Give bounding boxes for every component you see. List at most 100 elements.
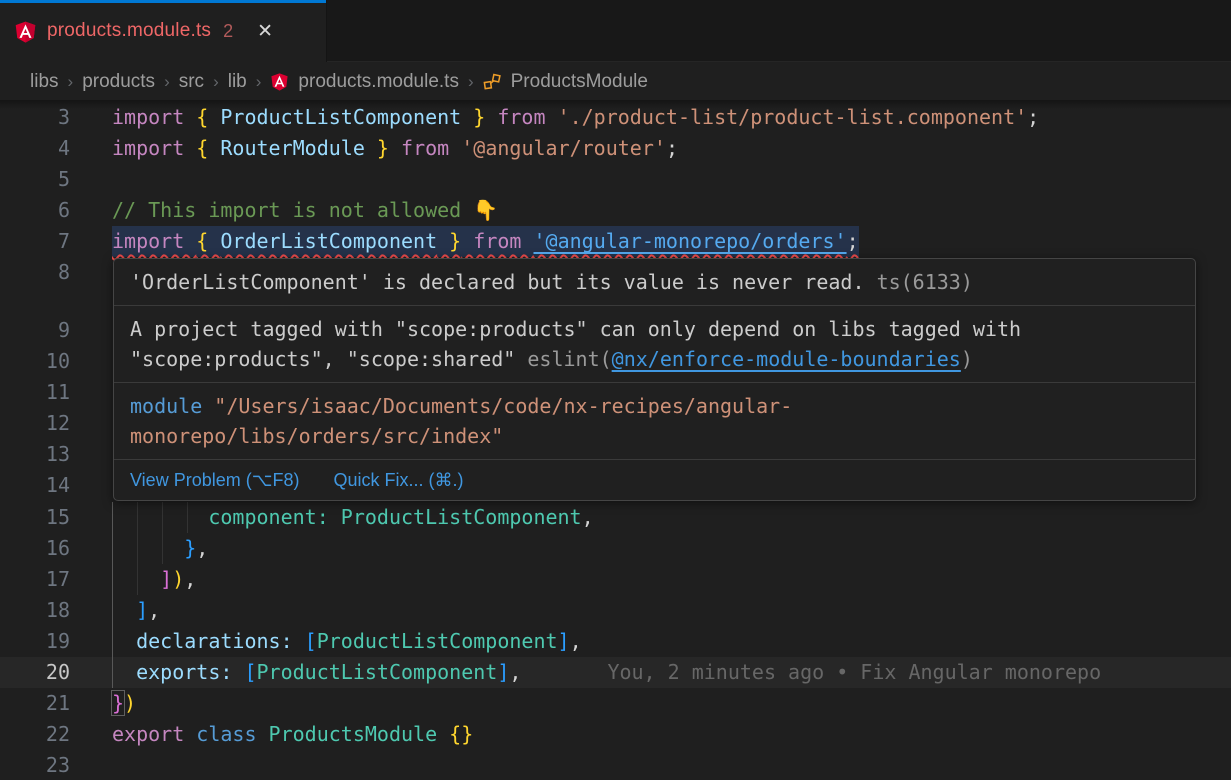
code-row-15[interactable]: 15 component: ProductListComponent, (0, 502, 1231, 533)
hover-action-bar: View Problem (⌥F8) Quick Fix... (⌘.) (114, 460, 1195, 500)
tab-error-count-badge: 2 (223, 21, 233, 42)
token: from (389, 136, 461, 160)
token: {} (449, 722, 473, 746)
code-line-text: exports: [ProductListComponent],You, 2 m… (112, 657, 1101, 688)
line-number: 19 (0, 626, 70, 657)
token: , (509, 660, 521, 684)
chevron-right-icon: › (68, 72, 74, 92)
code-row-22[interactable]: 22 export class ProductsModule {} (0, 719, 1231, 750)
code-line-text: import { RouterModule } from '@angular/r… (112, 133, 678, 164)
token: export (112, 722, 196, 746)
code-editor[interactable]: 3 import { ProductListComponent } from '.… (0, 100, 1231, 780)
code-row-19[interactable]: 19 declarations: [ProductListComponent], (0, 626, 1231, 657)
code-line-text: import { ProductListComponent } from './… (112, 102, 1039, 133)
line-number: 18 (0, 595, 70, 626)
code-line-text: // This import is not allowed 👇 (112, 195, 498, 226)
error-squiggle-line: import { OrderListComponent } from '@ang… (112, 226, 859, 257)
token: OrderListComponent (220, 229, 437, 253)
line-number: 3 (0, 102, 70, 133)
hover-module-info: module "/Users/isaac/Documents/code/nx-r… (114, 383, 1195, 459)
token: , (570, 629, 582, 653)
git-blame-annotation: You, 2 minutes ago • Fix Angular monorep… (607, 660, 1101, 684)
line-number: 12 (0, 408, 70, 439)
breadcrumb-item-file[interactable]: products.module.ts (298, 71, 459, 93)
token: , (184, 567, 196, 591)
token: } (112, 691, 124, 715)
token: ] (497, 660, 509, 684)
hover-message-ts-text: 'OrderListComponent' is declared but its… (130, 270, 865, 294)
line-number: 16 (0, 533, 70, 564)
token: , (582, 505, 594, 529)
code-row-5[interactable]: 5 (0, 164, 1231, 195)
token: '@angular/router' (461, 136, 666, 160)
line-number: 7 (0, 226, 70, 257)
line-number: 22 (0, 719, 70, 750)
hover-eslint-source-prefix: eslint( (527, 347, 611, 371)
line-number: 5 (0, 164, 70, 195)
angular-icon (14, 20, 37, 43)
code-row-6[interactable]: 6 // This import is not allowed 👇 (0, 195, 1231, 226)
code-row-4[interactable]: 4 import { RouterModule } from '@angular/… (0, 133, 1231, 164)
chevron-right-icon: › (468, 72, 474, 92)
chevron-right-icon: › (256, 72, 262, 92)
token: import (112, 229, 196, 253)
line-number: 4 (0, 133, 70, 164)
code-row-23[interactable]: 23 (0, 750, 1231, 780)
code-row-20[interactable]: 20 exports: [ProductListComponent],You, … (0, 657, 1231, 688)
breadcrumb-item-symbol[interactable]: ProductsModule (511, 71, 648, 93)
code-line-text: }) (112, 688, 136, 719)
view-problem-action[interactable]: View Problem (⌥F8) (130, 470, 299, 491)
line-number: 15 (0, 502, 70, 533)
token: { (196, 229, 220, 253)
code-row-7[interactable]: 7 import { OrderListComponent } from '@an… (0, 226, 1231, 257)
code-row-16[interactable]: 16 }, (0, 533, 1231, 564)
hover-message-eslint-line2: "scope:products", "scope:shared" (130, 347, 527, 371)
code-line-text: component: ProductListComponent, (112, 502, 594, 533)
line-number: 6 (0, 195, 70, 226)
angular-icon (270, 72, 289, 91)
token: { (196, 136, 220, 160)
breadcrumb-item-libs[interactable]: libs (30, 71, 59, 93)
code-line-text: import { OrderListComponent } from '@ang… (112, 226, 859, 257)
chevron-right-icon: › (164, 72, 170, 92)
token: from (461, 229, 533, 253)
code-row-17[interactable]: 17 ]), (0, 564, 1231, 595)
module-path-line2: monorepo/libs/orders/src/index" (130, 424, 503, 448)
line-number: 10 (0, 346, 70, 377)
breadcrumb-item-lib[interactable]: lib (228, 71, 247, 93)
code-line-text: declarations: [ProductListComponent], (112, 626, 582, 657)
module-keyword: module (130, 394, 202, 418)
chevron-right-icon: › (213, 72, 219, 92)
code-row-3[interactable]: 3 import { ProductListComponent } from '.… (0, 102, 1231, 133)
token: './product-list/product-list.component' (558, 105, 1028, 129)
token: ProductListComponent (257, 660, 498, 684)
token: ProductListComponent (317, 629, 558, 653)
tab-products-module[interactable]: products.module.ts 2 ✕ (0, 0, 327, 62)
token: } (437, 229, 461, 253)
breadcrumb-item-products[interactable]: products (82, 71, 155, 93)
token: { (196, 105, 220, 129)
code-row-18[interactable]: 18 ], (0, 595, 1231, 626)
token: declarations: (136, 629, 305, 653)
token: class (196, 722, 268, 746)
token: ] (160, 567, 172, 591)
hover-message-ts-source: ts(6133) (877, 270, 973, 294)
token (112, 567, 160, 591)
module-specifier-link[interactable]: '@angular-monorepo/orders' (533, 229, 846, 253)
quick-fix-action[interactable]: Quick Fix... (⌘.) (333, 470, 463, 491)
token: // This import is not allowed (112, 198, 473, 222)
close-icon[interactable]: ✕ (257, 22, 273, 41)
token: ProductsModule (269, 722, 450, 746)
line-number: 8 (0, 257, 70, 288)
tab-title: products.module.ts (47, 20, 211, 42)
module-path-line1: "/Users/isaac/Documents/code/nx-recipes/… (202, 394, 792, 418)
token: from (485, 105, 557, 129)
diagnostics-hover-popup: 'OrderListComponent' is declared but its… (113, 258, 1196, 501)
token: , (148, 598, 160, 622)
breadcrumb-item-src[interactable]: src (179, 71, 204, 93)
eslint-rule-link[interactable]: @nx/enforce-module-boundaries (612, 347, 961, 371)
code-row-21[interactable]: 21}) (0, 688, 1231, 719)
hover-message-ts: 'OrderListComponent' is declared but its… (114, 259, 1195, 305)
token: component: (208, 505, 340, 529)
breadcrumb: libs › products › src › lib › products.m… (0, 63, 1231, 100)
